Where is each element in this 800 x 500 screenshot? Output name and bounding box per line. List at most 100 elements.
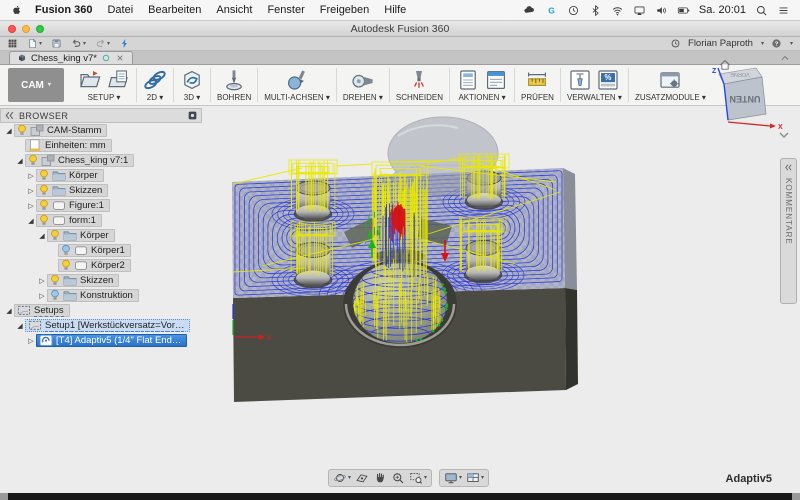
g-logo-icon[interactable]: G: [545, 4, 558, 17]
tree-item[interactable]: Körper2: [58, 259, 131, 272]
multi-axis-icon[interactable]: [285, 68, 309, 92]
visibility-bulb-icon[interactable]: [39, 184, 49, 197]
airplay-icon[interactable]: [633, 4, 646, 17]
save-button[interactable]: [51, 38, 62, 49]
user-menu[interactable]: Florian Paproth: [688, 38, 753, 49]
ribbon-group-3d[interactable]: 3D ▾: [176, 68, 208, 102]
expand-toggle-icon[interactable]: ▷: [26, 337, 36, 345]
menu-item-fusion-360[interactable]: Fusion 360: [35, 4, 92, 16]
notification-list-icon[interactable]: [777, 4, 790, 17]
grid-views-caret-icon[interactable]: ▾: [481, 475, 484, 481]
tree-item[interactable]: Chess_king v7:1: [25, 154, 134, 167]
visibility-bulb-icon[interactable]: [28, 154, 38, 167]
menu-item-hilfe[interactable]: Hilfe: [384, 4, 406, 16]
menubar-clock-text[interactable]: Sa. 20:01: [699, 4, 746, 16]
fit-button[interactable]: ▾: [409, 471, 427, 485]
menu-item-ansicht[interactable]: Ansicht: [216, 4, 252, 16]
tree-item[interactable]: Setups: [14, 304, 70, 317]
ribbon-group-prüfen[interactable]: PRÜFEN: [517, 68, 558, 102]
tree-item[interactable]: Setup1 [Werkstückversatz=Vor…: [25, 319, 190, 332]
visibility-bulb-icon[interactable]: [61, 259, 71, 272]
actions-panel-icon[interactable]: [484, 68, 508, 92]
visibility-bulb-icon[interactable]: [39, 169, 49, 182]
spotlight-icon[interactable]: [755, 4, 768, 17]
ribbon-group-bohren[interactable]: BOHREN: [213, 68, 255, 102]
view-cube[interactable]: UNTEN VORNE Z X: [710, 58, 796, 140]
percent-box-icon[interactable]: %: [596, 68, 620, 92]
viewcube-menu-chevron-icon[interactable]: [780, 133, 788, 137]
visibility-bulb-icon[interactable]: [50, 229, 60, 242]
visibility-bulb-icon[interactable]: [39, 199, 49, 212]
ribbon-group-aktionen[interactable]: AKTIONEN ▾: [452, 68, 512, 102]
zoom-button[interactable]: [391, 471, 405, 485]
mill-2d-icon[interactable]: [143, 68, 167, 92]
expand-toggle-icon[interactable]: ▷: [37, 277, 47, 285]
expand-toggle-icon[interactable]: ▷: [26, 187, 36, 195]
apps-grid-button[interactable]: [7, 38, 18, 49]
look-at-button[interactable]: [355, 471, 369, 485]
close-tab-icon[interactable]: [115, 53, 125, 63]
addins-icon[interactable]: [658, 68, 682, 92]
job-status-icon[interactable]: [670, 38, 681, 49]
setup-new-icon[interactable]: [78, 68, 102, 92]
ribbon-group-drehen[interactable]: DREHEN ▾: [339, 68, 387, 102]
display-button[interactable]: ▾: [444, 471, 462, 485]
visibility-bulb-icon[interactable]: [17, 124, 27, 137]
browser-gear-icon[interactable]: [187, 110, 198, 121]
tree-item[interactable]: Körper: [47, 229, 115, 242]
bluetooth-icon[interactable]: [589, 4, 602, 17]
tree-item[interactable]: Körper: [36, 169, 104, 182]
menu-item-fenster[interactable]: Fenster: [267, 4, 304, 16]
apple-menu-icon[interactable]: [10, 4, 23, 17]
visibility-bulb-icon[interactable]: [50, 274, 60, 287]
expand-toggle-icon[interactable]: ▷: [26, 172, 36, 180]
tree-item[interactable]: Figure:1: [36, 199, 110, 212]
tree-item[interactable]: Skizzen: [47, 274, 119, 287]
view-cube-cube[interactable]: UNTEN VORNE Z X: [710, 66, 796, 140]
tool-library-icon[interactable]: [568, 68, 592, 92]
ribbon-group-schneiden[interactable]: SCHNEIDEN: [392, 68, 447, 102]
cloud-icon[interactable]: [523, 4, 536, 17]
volume-icon[interactable]: [655, 4, 668, 17]
visibility-bulb-icon[interactable]: [39, 214, 49, 227]
comments-panel-tab[interactable]: KOMMENTARE: [780, 158, 797, 304]
actions-list-icon[interactable]: [456, 68, 480, 92]
measure-icon[interactable]: [525, 68, 549, 92]
expand-toggle-icon[interactable]: ◢: [15, 157, 25, 165]
orbit-button[interactable]: ▾: [333, 471, 351, 485]
ribbon-group-2d[interactable]: 2D ▾: [139, 68, 171, 102]
undo-caret-icon[interactable]: ▾: [83, 41, 86, 47]
turning-icon[interactable]: [351, 68, 375, 92]
battery-icon[interactable]: [677, 4, 690, 17]
ribbon-group-verwalten[interactable]: %VERWALTEN ▾: [563, 68, 626, 102]
ribbon-group-multi-achsen[interactable]: MULTI-ACHSEN ▾: [260, 68, 334, 102]
window-titlebar[interactable]: Autodesk Fusion 360: [0, 21, 800, 37]
menu-item-datei[interactable]: Datei: [107, 4, 133, 16]
expand-toggle-icon[interactable]: ◢: [37, 232, 47, 240]
pan-button[interactable]: [373, 471, 387, 485]
ribbon-group-zusatzmodule[interactable]: ZUSATZMODULE ▾: [631, 68, 710, 102]
expand-toggle-icon[interactable]: ▷: [26, 202, 36, 210]
workspace-selector[interactable]: CAM ▾: [8, 68, 64, 102]
collapse-browser-icon[interactable]: [4, 110, 15, 121]
sync-status-icon[interactable]: [101, 53, 111, 63]
menu-item-bearbeiten[interactable]: Bearbeiten: [148, 4, 201, 16]
expand-toggle-icon[interactable]: ▷: [37, 292, 47, 300]
expand-toggle-icon[interactable]: ◢: [4, 127, 14, 135]
tree-item[interactable]: form:1: [36, 214, 102, 227]
redo-button[interactable]: ▾: [95, 38, 110, 49]
sync-button[interactable]: [119, 38, 130, 49]
fit-caret-icon[interactable]: ▾: [424, 475, 427, 481]
setup-lib-icon[interactable]: [106, 68, 130, 92]
drill-icon[interactable]: [222, 68, 246, 92]
visibility-bulb-icon[interactable]: [50, 289, 60, 302]
help-menu-icon[interactable]: ?: [771, 38, 782, 49]
mill-3d-icon[interactable]: [180, 68, 204, 92]
display-caret-icon[interactable]: ▾: [459, 475, 462, 481]
redo-caret-icon[interactable]: ▾: [107, 41, 110, 47]
orbit-caret-icon[interactable]: ▾: [348, 475, 351, 481]
tree-item[interactable]: Einheiten: mm: [25, 139, 112, 152]
file-new-caret-icon[interactable]: ▾: [39, 41, 42, 47]
ribbon-group-setup[interactable]: SETUP ▾: [74, 68, 134, 102]
grid-views-button[interactable]: ▾: [466, 471, 484, 485]
